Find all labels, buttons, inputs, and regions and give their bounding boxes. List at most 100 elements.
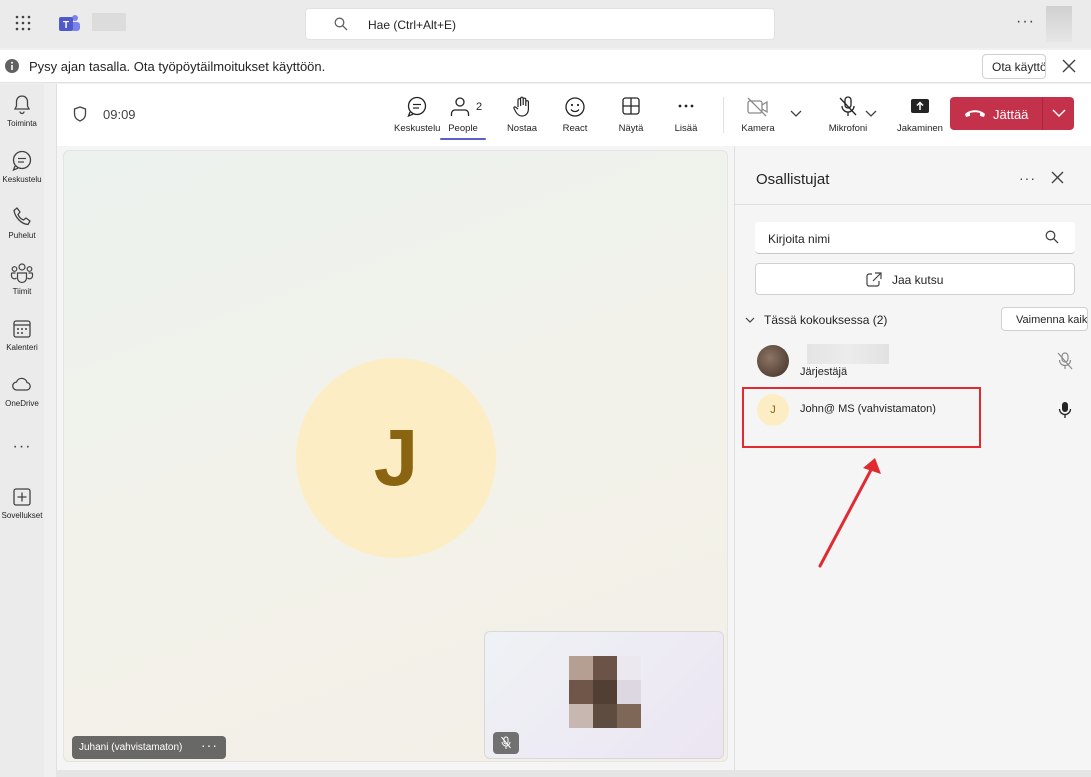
self-mic-muted-indicator [493,732,519,754]
chat-icon [0,150,44,172]
section-chevron-icon[interactable] [745,317,755,324]
rail-label: Keskustelu [2,175,42,184]
more-button[interactable]: Lisää [667,96,705,134]
participant-name-tag: Juhani (vahvistamaton) ··· [72,736,226,759]
share-invite-button[interactable]: Jaa kutsu [755,263,1075,295]
more-icon[interactable]: ··· [1016,13,1035,31]
participant-search-input[interactable]: Kirjoita nimi [755,222,1075,254]
chat-button[interactable]: Keskustelu [394,96,440,134]
share-icon [895,96,945,118]
participant-role: Järjestäjä [800,366,848,378]
mic-label: Mikrofoni [828,123,868,134]
leave-options-chevron-icon[interactable] [1052,109,1066,118]
chat-label: Keskustelu [394,123,441,134]
rail-label: Toiminta [7,119,37,128]
annotation-arrow [815,446,885,571]
share-icon [866,272,882,287]
chat-icon [394,96,440,118]
active-tab-indicator [440,138,486,140]
search-box[interactable]: Hae (Ctrl+Alt+E) [305,8,775,40]
rail-label: Puhelut [8,231,36,240]
more-label: Lisää [674,123,698,134]
more-apps-icon[interactable]: ··· [0,438,44,456]
grid-icon [612,96,650,118]
meeting-timer: 09:09 [103,107,136,122]
rail-label: Tiimit [12,287,32,296]
phone-icon [0,206,44,228]
rail-label: Kalenteri [6,343,38,352]
people-button[interactable]: 2 People [440,96,486,140]
avatar [757,345,789,377]
title-bar: T Hae (Ctrl+Alt+E) ··· [0,0,1091,48]
raise-hand-button[interactable]: Nostaa [503,96,541,134]
raise-label: Nostaa [506,123,538,134]
mic-options-chevron-icon[interactable] [865,110,877,118]
teams-icon [0,262,44,284]
leave-label: Jättää [993,107,1029,122]
rail-label: Sovellukset [1,511,43,520]
video-stage: J Juhani (vahvistamaton) ··· [63,150,728,762]
view-label: Näytä [618,123,644,134]
people-count: 2 [476,101,482,113]
more-icon[interactable]: ··· [201,737,218,753]
waffle-icon[interactable] [15,15,31,31]
mic-off-icon [501,736,511,750]
notification-banner: Pysy ajan tasalla. Ota työpöytäilmoituks… [0,50,1091,83]
camera-label: Kamera [741,123,775,134]
rail-item-teams[interactable]: Tiimit [0,262,44,296]
panel-divider [735,204,1091,205]
react-button[interactable]: React [556,96,594,134]
rail-item-apps[interactable]: Sovellukset [0,486,44,520]
people-label: People [448,123,478,134]
hang-up-icon [964,108,986,120]
panel-title: Osallistujat [756,171,830,188]
rail-item-chat[interactable]: Keskustelu [0,150,44,184]
rail-item-calendar[interactable]: Kalenteri [0,318,44,352]
close-icon[interactable] [1062,59,1076,73]
blurred-self-video [569,656,641,728]
meeting-toolbar: 09:09 Keskustelu 2 People Nostaa React N… [57,84,1091,146]
rail-item-onedrive[interactable]: OneDrive [0,374,44,408]
enable-notifications-button[interactable]: Ota käyttöön [982,54,1046,79]
calendar-icon [0,318,44,340]
bell-icon [0,94,44,116]
svg-text:T: T [63,20,69,31]
teams-logo: T [59,14,81,34]
share-label: Jakaminen [897,123,943,134]
toolbar-divider [723,97,724,133]
bottom-edge [56,770,1091,777]
self-view-tile[interactable] [484,631,724,759]
cloud-icon [0,374,44,396]
smile-icon [556,96,594,118]
search-icon [334,17,348,31]
rail-item-activity[interactable]: Toiminta [0,94,44,128]
banner-message: Pysy ajan tasalla. Ota työpöytäilmoituks… [29,59,326,74]
camera-off-icon [737,96,779,118]
avatar[interactable] [1046,6,1072,42]
mute-all-button[interactable]: Vaimenna kaikki [1001,307,1088,331]
hand-icon [503,96,541,118]
leave-button[interactable]: Jättää [950,97,1074,130]
participants-panel: Osallistujat ··· Kirjoita nimi Jaa kutsu… [734,146,1091,777]
app-rail: Toiminta Keskustelu Puhelut Tiimit Kalen… [0,84,44,777]
participant-row[interactable]: Järjestäjä [735,339,1091,383]
info-icon [5,59,19,73]
highlight-box [742,387,981,448]
camera-button[interactable]: Kamera [737,96,779,134]
blurred-participant-name [807,344,889,364]
camera-options-chevron-icon[interactable] [790,110,802,118]
shield-icon [73,106,87,122]
react-label: React [562,123,588,134]
more-icon [667,96,705,118]
people-icon: 2 [440,96,486,118]
participant-name: Juhani (vahvistamaton) [79,742,183,753]
add-apps-icon [0,486,44,508]
mic-off-icon [1057,352,1073,370]
share-button[interactable]: Jakaminen [895,96,945,134]
blurred-tenant-name [92,13,126,31]
panel-more-icon[interactable]: ··· [1019,170,1036,186]
view-button[interactable]: Näytä [612,96,650,134]
close-icon[interactable] [1051,171,1064,184]
rail-item-calls[interactable]: Puhelut [0,206,44,240]
rail-label: OneDrive [5,399,39,408]
